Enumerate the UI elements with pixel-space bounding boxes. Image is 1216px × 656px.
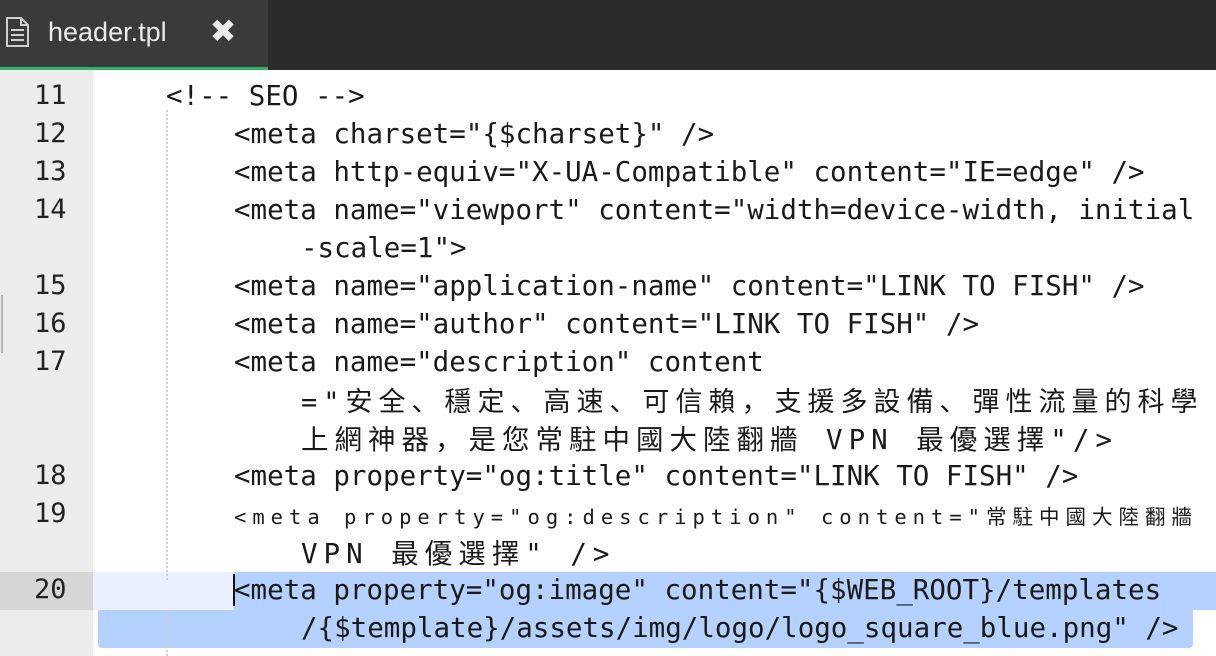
line-number-active: 20 bbox=[34, 574, 67, 605]
code-line-wrapped: ="安全、穩定、高速、可信賴，支援多設備、彈性流量的科學 bbox=[301, 387, 1204, 418]
code-line-wrapped: VPN 最優選擇" /> bbox=[301, 538, 616, 570]
indent-guide bbox=[166, 610, 168, 656]
code-line-wrapped: 上網神器，是您常駐中國大陸翻牆 VPN 最優選擇"/> bbox=[301, 424, 1118, 456]
code-line: <meta name="viewport" content="width=dev… bbox=[234, 194, 1195, 226]
code-line: <meta charset="{$charset}" /> bbox=[234, 118, 715, 150]
line-number: 19 bbox=[34, 498, 67, 529]
code-line: <meta property="og:description" content=… bbox=[234, 505, 1199, 529]
close-icon[interactable]: ✖ bbox=[207, 14, 239, 48]
line-number: 12 bbox=[34, 118, 67, 149]
tab-bar: header.tpl ✖ bbox=[0, 0, 1216, 70]
line-number: 14 bbox=[34, 194, 67, 225]
line-number: 17 bbox=[34, 346, 67, 377]
code-line: <!-- SEO --> bbox=[166, 80, 365, 112]
code-line-selected: <meta property="og:image" content="{$WEB… bbox=[234, 574, 1162, 606]
line-number: 11 bbox=[34, 80, 67, 111]
code-line: <meta property="og:title" content="LINK … bbox=[234, 460, 1079, 492]
text-cursor bbox=[233, 574, 235, 606]
line-number: 18 bbox=[34, 460, 67, 491]
line-number: 16 bbox=[34, 308, 67, 339]
tab-title: header.tpl bbox=[48, 17, 167, 47]
code-line: <meta name="description" content bbox=[234, 346, 764, 378]
code-line-selected-wrapped: /{$template}/assets/img/logo/logo_square… bbox=[301, 612, 1179, 644]
code-line-wrapped: -scale=1"> bbox=[301, 232, 467, 264]
line-number: 15 bbox=[34, 270, 67, 301]
fold-marker bbox=[0, 295, 3, 353]
document-icon bbox=[6, 17, 29, 47]
indent-guide bbox=[166, 110, 168, 580]
code-line: <meta name="application-name" content="L… bbox=[234, 270, 1145, 302]
code-editor[interactable]: 11 12 13 14 15 16 17 18 19 20 <!-- SEO -… bbox=[0, 70, 1216, 656]
code-line: <meta name="author" content="LINK TO FIS… bbox=[234, 308, 980, 340]
code-line: <meta http-equiv="X-UA-Compatible" conte… bbox=[234, 156, 1145, 188]
line-number: 13 bbox=[34, 156, 67, 187]
tab-header-tpl[interactable]: header.tpl ✖ bbox=[0, 0, 268, 70]
